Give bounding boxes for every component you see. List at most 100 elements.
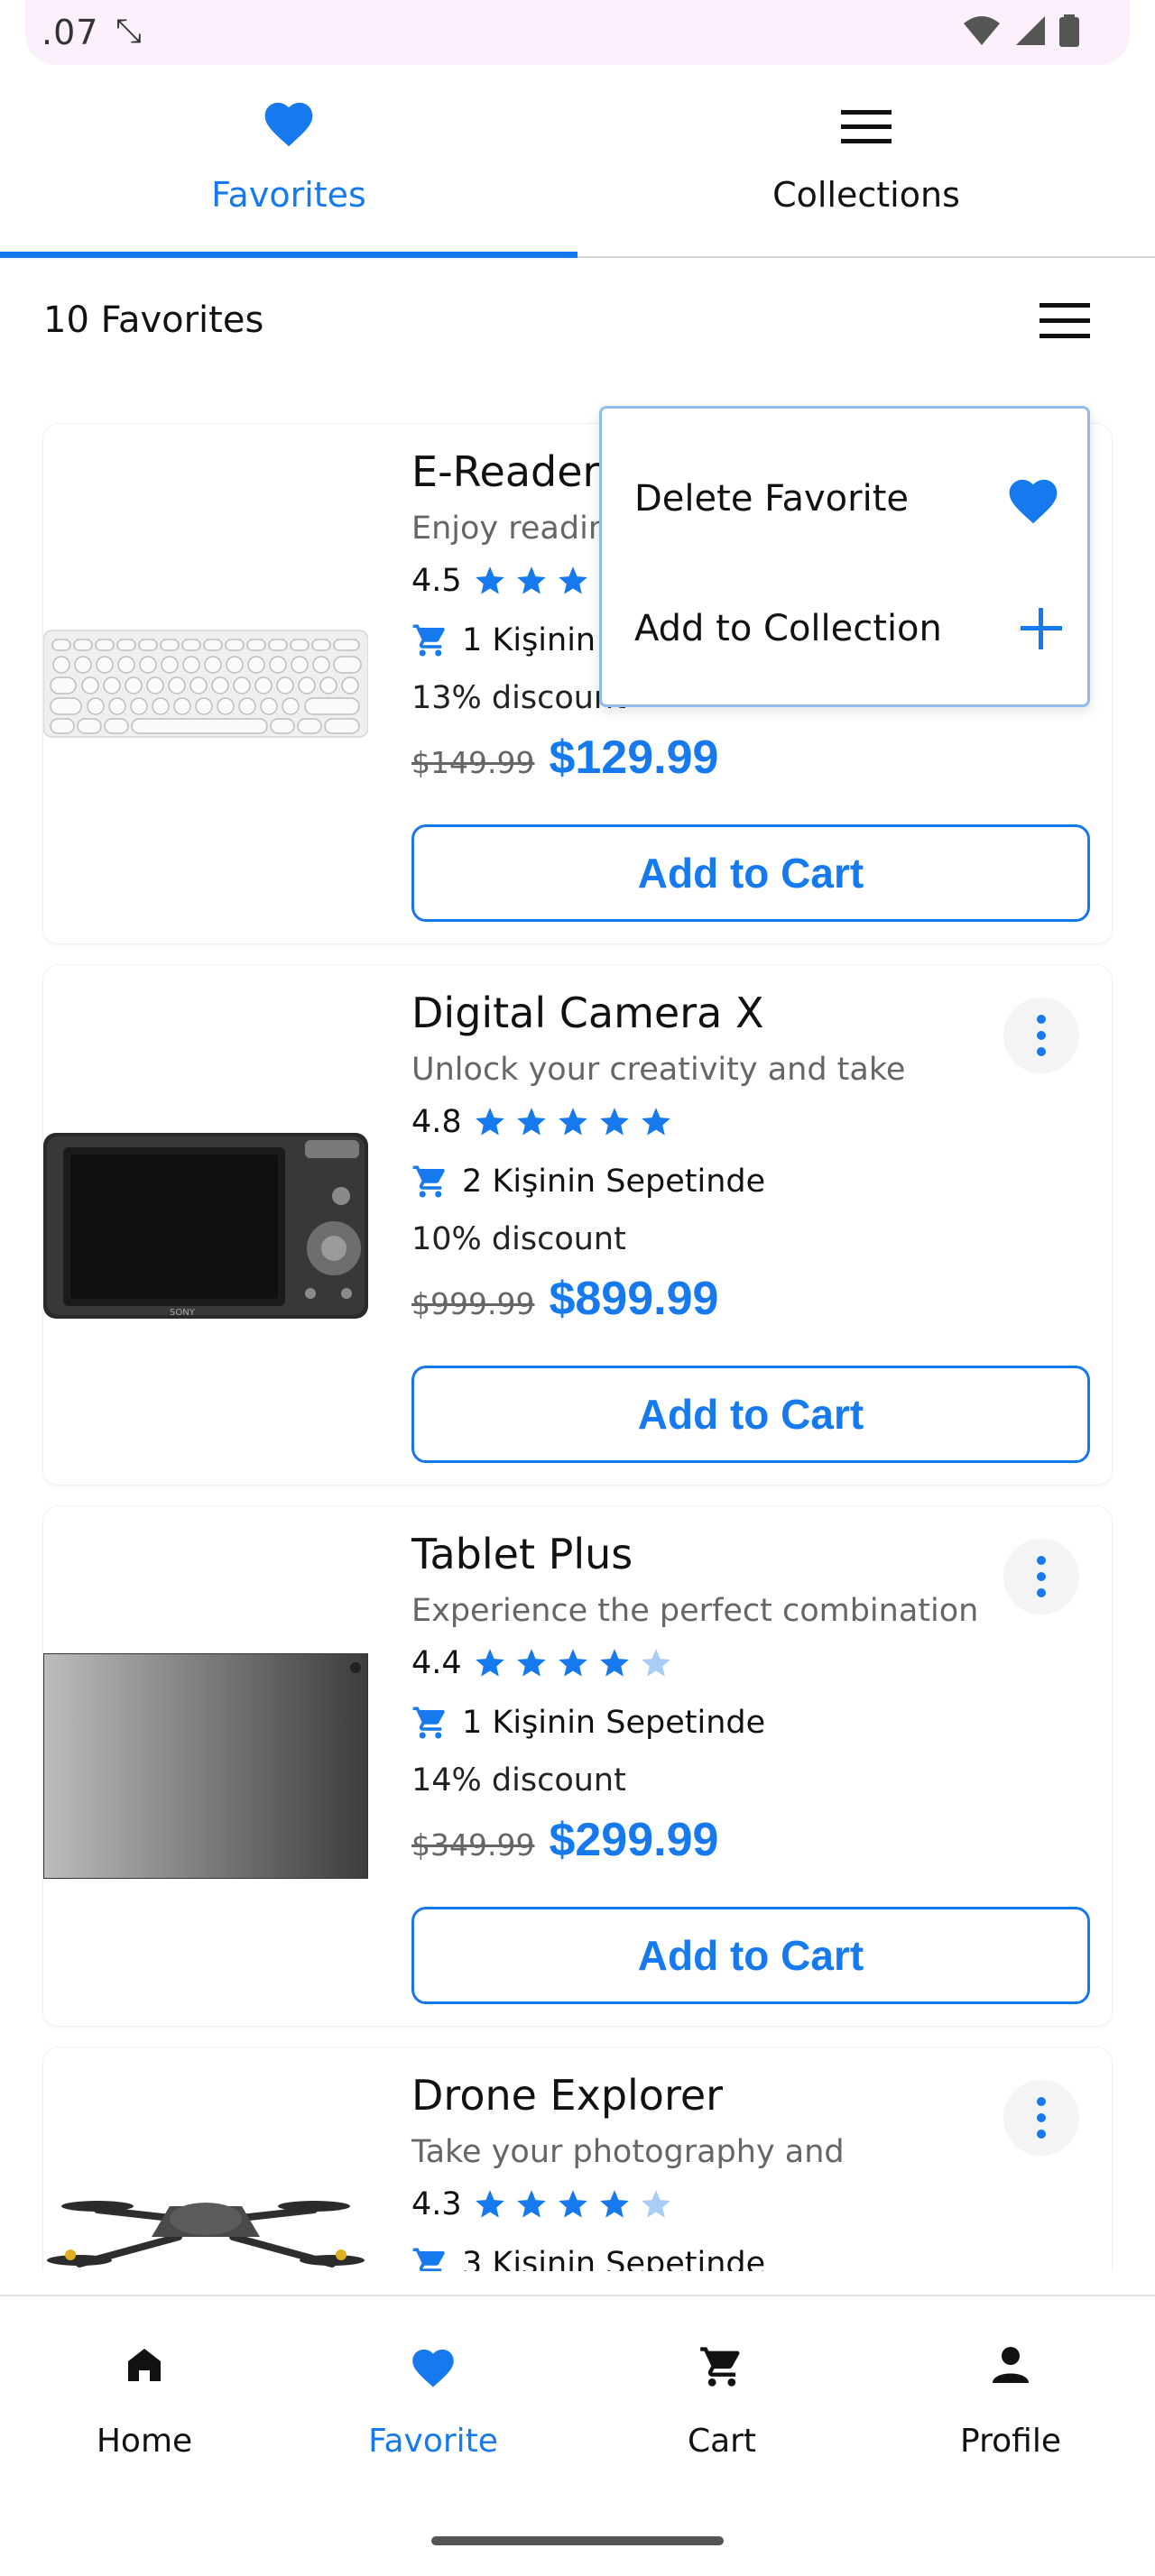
bottom-navigation: Home Favorite Cart Profile bbox=[0, 2295, 1155, 2576]
nav-cart[interactable]: Cart bbox=[578, 2296, 866, 2495]
delete-favorite-label: Delete Favorite bbox=[634, 478, 909, 520]
heart-icon bbox=[412, 2349, 454, 2387]
more-vert-icon bbox=[1037, 1015, 1046, 1056]
product-description: Enjoy reading bbox=[411, 511, 629, 547]
star-empty-icon bbox=[641, 1649, 670, 1677]
cart-count-text: 1 Kişinin Sepetinde bbox=[462, 1705, 766, 1741]
more-options-button[interactable] bbox=[1003, 998, 1079, 1073]
product-title[interactable]: E-Reader bbox=[411, 447, 599, 496]
discount-text: 10% discount bbox=[411, 1221, 626, 1257]
rating-row: 4.3 bbox=[411, 2185, 673, 2224]
star-filled-icon bbox=[558, 2190, 587, 2218]
tab-favorites[interactable]: Favorites bbox=[0, 65, 578, 258]
star-empty-icon bbox=[641, 2190, 670, 2218]
new-price: $899.99 bbox=[549, 1273, 719, 1325]
more-vert-icon bbox=[1037, 1556, 1046, 1597]
product-image-camera[interactable]: SONY bbox=[43, 965, 368, 1485]
product-title[interactable]: Digital Camera X bbox=[411, 989, 763, 1037]
discount-text: 14% discount bbox=[411, 1762, 626, 1799]
star-filled-icon bbox=[558, 1649, 587, 1677]
price-row: $149.99 $129.99 bbox=[411, 731, 718, 794]
status-bar: .07 ⤡ bbox=[0, 0, 1155, 65]
discount-text: 13% discount bbox=[411, 680, 626, 716]
nav-profile[interactable]: Profile bbox=[866, 2296, 1155, 2495]
heart-icon bbox=[264, 102, 313, 147]
new-price: $299.99 bbox=[549, 1814, 719, 1866]
rating-value: 4.5 bbox=[411, 563, 462, 599]
heart-icon bbox=[1009, 479, 1058, 524]
product-description: Experience the perfect combination bbox=[411, 1593, 979, 1629]
rating-value: 4.8 bbox=[411, 1104, 462, 1140]
product-image-tablet[interactable] bbox=[43, 1506, 368, 2026]
home-indicator[interactable] bbox=[431, 2536, 724, 2545]
tab-collections-label: Collections bbox=[772, 175, 960, 215]
add-to-collection-menu-item[interactable]: Add to Collection bbox=[602, 575, 1093, 683]
top-tabs: Favorites Collections bbox=[0, 65, 1155, 258]
menu-icon bbox=[841, 110, 892, 143]
more-options-button[interactable] bbox=[1003, 2080, 1079, 2156]
more-vert-icon bbox=[1037, 2097, 1046, 2139]
plus-icon bbox=[1021, 608, 1062, 649]
status-time: .07 bbox=[42, 13, 99, 52]
nav-favorite[interactable]: Favorite bbox=[289, 2296, 578, 2495]
battery-icon bbox=[1059, 14, 1079, 47]
cart-count-row: 2 Kişinin Sepetinde bbox=[411, 1162, 765, 1201]
price-row: $999.99 $899.99 bbox=[411, 1272, 718, 1335]
cart-count-row: 1 Kişinin Sepetinde bbox=[411, 1703, 765, 1743]
product-card: Drone Explorer Take your photography and… bbox=[43, 2047, 1112, 2271]
product-card: Tablet Plus Experience the perfect combi… bbox=[43, 1506, 1112, 2026]
tab-collections[interactable]: Collections bbox=[578, 65, 1155, 258]
product-image-drone[interactable] bbox=[43, 2047, 368, 2271]
wifi-icon bbox=[964, 16, 1000, 45]
product-description: Unlock your creativity and take bbox=[411, 1052, 906, 1088]
tab-favorites-label: Favorites bbox=[211, 175, 366, 215]
product-card: SONY Digital Camera X Unlock your creati… bbox=[43, 965, 1112, 1485]
add-to-collection-label: Add to Collection bbox=[634, 608, 942, 649]
cart-count-text: 2 Kişinin Sepetinde bbox=[462, 1164, 766, 1200]
nav-home[interactable]: Home bbox=[0, 2296, 289, 2495]
add-to-cart-button[interactable]: Add to Cart bbox=[411, 1366, 1090, 1463]
add-to-cart-button[interactable]: Add to Cart bbox=[411, 824, 1090, 922]
rating-value: 4.3 bbox=[411, 2186, 462, 2222]
screen-rotate-icon: ⤡ bbox=[116, 13, 142, 50]
cart-icon bbox=[412, 2248, 445, 2271]
new-price: $129.99 bbox=[549, 731, 719, 784]
cart-icon bbox=[700, 2347, 740, 2387]
nav-home-label: Home bbox=[96, 2423, 193, 2460]
star-filled-icon bbox=[641, 1108, 670, 1136]
more-options-button[interactable] bbox=[1003, 1539, 1079, 1615]
sort-menu-icon[interactable] bbox=[1040, 301, 1090, 341]
cart-count-text: 3 Kişinin Sepetinde bbox=[462, 2246, 766, 2271]
add-to-cart-button[interactable]: Add to Cart bbox=[411, 1907, 1090, 2004]
star-filled-icon bbox=[475, 2190, 504, 2218]
rating-value: 4.4 bbox=[411, 1645, 462, 1681]
person-icon bbox=[993, 2347, 1029, 2383]
rating-row: 4.8 bbox=[411, 1102, 673, 1142]
product-description: Take your photography and bbox=[411, 2134, 845, 2170]
cart-icon bbox=[412, 1165, 445, 1198]
star-filled-icon bbox=[516, 2190, 546, 2218]
cart-icon bbox=[412, 1707, 445, 1739]
delete-favorite-menu-item[interactable]: Delete Favorite bbox=[602, 445, 1093, 553]
star-filled-icon bbox=[475, 1108, 504, 1136]
star-filled-icon bbox=[599, 2190, 629, 2218]
home-icon bbox=[128, 2349, 161, 2381]
cart-count-row: 3 Kişinin Sepetinde bbox=[411, 2244, 765, 2271]
star-filled-icon bbox=[516, 1649, 546, 1677]
star-filled-icon bbox=[558, 566, 587, 594]
star-filled-icon bbox=[475, 566, 504, 594]
old-price: $999.99 bbox=[411, 1286, 535, 1321]
product-title[interactable]: Tablet Plus bbox=[411, 1530, 633, 1578]
star-rating bbox=[473, 1646, 673, 1680]
product-image-keyboard[interactable] bbox=[43, 424, 368, 943]
svg-text:SONY: SONY bbox=[170, 1308, 196, 1318]
price-row: $349.99 $299.99 bbox=[411, 1813, 718, 1876]
product-title[interactable]: Drone Explorer bbox=[411, 2071, 723, 2120]
star-filled-icon bbox=[599, 1108, 629, 1136]
star-filled-icon bbox=[558, 1108, 587, 1136]
star-rating bbox=[473, 1105, 673, 1139]
rating-row: 4.4 bbox=[411, 1643, 673, 1683]
star-filled-icon bbox=[516, 1108, 546, 1136]
nav-favorite-label: Favorite bbox=[368, 2423, 498, 2460]
favorites-count: 10 Favorites bbox=[43, 299, 264, 341]
